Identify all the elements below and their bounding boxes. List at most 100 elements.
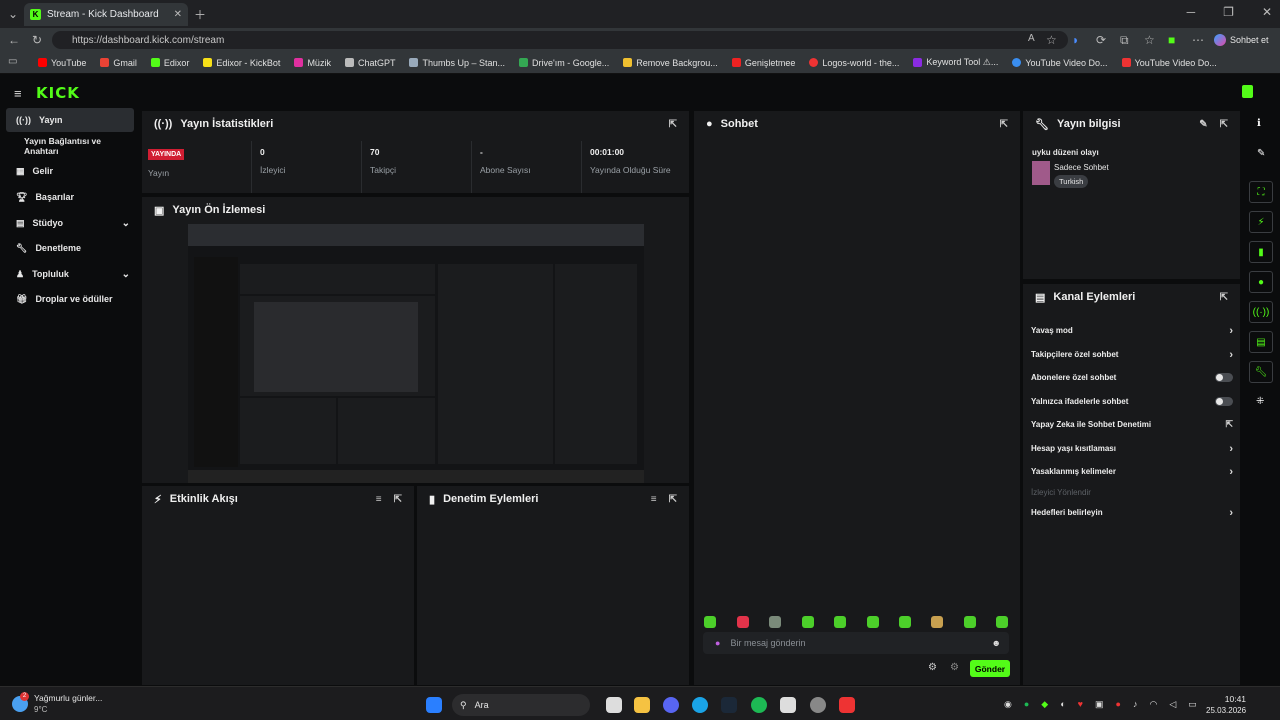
edit-pencil-icon[interactable]: ✎ bbox=[1199, 119, 1207, 130]
rail-button[interactable]: ● bbox=[1249, 271, 1273, 293]
bookmark-item[interactable]: Edixor bbox=[150, 58, 189, 68]
emote-icon[interactable] bbox=[931, 616, 943, 628]
weather-widget[interactable]: 2 Yağmurlu günler... 9°C bbox=[12, 692, 102, 715]
rail-button[interactable]: ⚡︎ bbox=[1249, 211, 1273, 233]
action-slow-mode[interactable]: Yavaş mod › bbox=[1023, 319, 1241, 342]
action-subscribers-only[interactable]: Abonelere özel sohbet bbox=[1023, 366, 1241, 389]
sidebar-item-yayin[interactable]: ((·)) Yayın bbox=[6, 108, 134, 132]
sidebar-item-droplar[interactable]: 🎁︎ Droplar ve ödüller bbox=[6, 287, 134, 311]
microphone-icon[interactable]: ● bbox=[715, 638, 720, 648]
popout-icon[interactable]: ⇱ bbox=[1000, 119, 1008, 130]
back-icon[interactable]: ← bbox=[8, 33, 20, 47]
more-menu-icon[interactable]: ⋯ bbox=[1192, 33, 1204, 47]
settings-gear-icon[interactable]: ⚙ bbox=[928, 662, 937, 673]
emote-icon[interactable] bbox=[769, 616, 781, 628]
kick-logo[interactable]: KICK bbox=[36, 84, 80, 102]
action-account-age[interactable]: Hesap yaşı kısıtlaması › bbox=[1023, 437, 1241, 460]
menu-icon[interactable]: ≡ bbox=[14, 86, 22, 101]
bookmark-item[interactable]: ChatGPT bbox=[344, 58, 395, 68]
emote-icon[interactable] bbox=[737, 616, 749, 628]
file-explorer-icon[interactable] bbox=[634, 697, 650, 713]
info-icon[interactable]: ℹ bbox=[1257, 118, 1261, 129]
clock[interactable]: 10:41 25.03.2026 bbox=[1206, 694, 1246, 716]
emote-icon[interactable] bbox=[899, 616, 911, 628]
app-icon[interactable] bbox=[780, 697, 796, 713]
steam-icon[interactable] bbox=[721, 697, 737, 713]
sidebar-item-stream-key[interactable]: Yayın Bağlantısı ve Anahtarı bbox=[6, 134, 134, 158]
popout-icon[interactable]: ⇱ bbox=[1220, 119, 1228, 130]
extension-icon[interactable]: ◗ bbox=[1072, 33, 1079, 47]
filter-icon[interactable]: ≡ bbox=[376, 494, 382, 505]
emote-icon[interactable] bbox=[964, 616, 976, 628]
popout-icon[interactable]: ⇱ bbox=[1220, 292, 1228, 303]
rail-button[interactable]: ▤ bbox=[1249, 331, 1273, 353]
stream-preview-video[interactable] bbox=[188, 224, 644, 483]
copilot-button[interactable]: Sohbet et bbox=[1214, 31, 1276, 49]
profile-icon[interactable] bbox=[1242, 85, 1253, 98]
emote-icon[interactable] bbox=[704, 616, 716, 628]
system-tray[interactable]: ◉ ● ◆ ◐ ♥ ▣ ● ♪ ◠ ◁ ▭ bbox=[1004, 699, 1197, 710]
bookmark-item[interactable]: YouTube Video Do... bbox=[1121, 58, 1217, 68]
sidebar-item-denetleme[interactable]: 🔧︎ Denetleme bbox=[6, 236, 134, 260]
rail-button[interactable]: ▮ bbox=[1249, 241, 1273, 263]
popout-icon[interactable]: ⇱ bbox=[669, 494, 677, 505]
spotify-icon[interactable] bbox=[751, 697, 767, 713]
favorite-star-icon[interactable]: ☆ bbox=[1046, 33, 1057, 47]
tab-list-icon[interactable]: ⌄ bbox=[8, 7, 18, 21]
kick-extension-icon[interactable]: ■ bbox=[1168, 33, 1175, 47]
minimize-icon[interactable]: ─ bbox=[1187, 5, 1196, 19]
new-tab-icon[interactable]: ＋ bbox=[194, 6, 206, 23]
action-banned-words[interactable]: Yasaklanmış kelimeler › bbox=[1023, 460, 1241, 483]
category-name[interactable]: Sadece Sohbet bbox=[1054, 163, 1109, 172]
action-followers-only[interactable]: Takipçilere özel sohbet › bbox=[1023, 343, 1241, 366]
toggle-switch[interactable] bbox=[1215, 397, 1233, 406]
bookmark-item[interactable]: Logos-world - the... bbox=[809, 58, 899, 68]
favorites-icon[interactable]: ☆ bbox=[1144, 33, 1155, 47]
action-set-goals[interactable]: Hedefleri belirleyin › bbox=[1023, 501, 1241, 524]
bookmark-item[interactable]: Keyword Tool ⚠... bbox=[913, 57, 998, 68]
rail-button[interactable]: ⛶ bbox=[1249, 181, 1273, 203]
action-emote-only[interactable]: Yalnızca ifadelerle sohbet bbox=[1023, 390, 1241, 413]
popout-icon[interactable]: ⇱ bbox=[394, 494, 402, 505]
bookmark-item[interactable]: Drive'ım - Google... bbox=[519, 58, 609, 68]
close-tab-icon[interactable]: ✕ bbox=[174, 9, 182, 20]
bookmark-item[interactable]: Müzik bbox=[294, 58, 331, 68]
discord-icon[interactable] bbox=[663, 697, 679, 713]
edit-icon[interactable]: ✎ bbox=[1257, 148, 1265, 159]
edge-icon[interactable] bbox=[692, 697, 708, 713]
bookmark-item[interactable]: Genişletmee bbox=[731, 58, 795, 68]
sidebar-item-topluluk[interactable]: ♟ Topluluk ⌄ bbox=[6, 262, 134, 286]
filter-icon[interactable]: ≡ bbox=[651, 494, 657, 505]
bookmark-item[interactable]: Gmail bbox=[100, 58, 137, 68]
extensions-icon[interactable]: ⧉ bbox=[1120, 33, 1129, 48]
bookmark-item[interactable]: Remove Backgrou... bbox=[623, 58, 718, 68]
emote-icon[interactable] bbox=[996, 616, 1008, 628]
task-view-icon[interactable] bbox=[606, 697, 622, 713]
popout-icon[interactable]: ⇱ bbox=[669, 119, 677, 130]
add-widget-icon[interactable]: ⁜ bbox=[1256, 396, 1264, 407]
refresh-icon[interactable]: ↻ bbox=[32, 33, 42, 47]
sidebar-item-studyo[interactable]: ▤ Stüdyo ⌄ bbox=[6, 211, 134, 235]
chat-settings-icon[interactable]: ⚙ bbox=[950, 662, 959, 673]
start-icon[interactable] bbox=[426, 697, 442, 713]
tab-actions-icon[interactable]: ▭ bbox=[8, 56, 17, 67]
read-aloud-icon[interactable]: A bbox=[1028, 33, 1035, 44]
taskbar-search[interactable]: ⚲ Ara bbox=[452, 694, 590, 716]
rail-button[interactable]: 🔧︎ bbox=[1249, 361, 1273, 383]
bookmark-item[interactable]: YouTube bbox=[38, 58, 86, 68]
rail-button[interactable]: ((·)) bbox=[1249, 301, 1273, 323]
emoji-icon[interactable]: ☻ bbox=[992, 638, 1001, 648]
url-field[interactable]: https://dashboard.kick.com/stream bbox=[52, 31, 1068, 49]
app-red-icon[interactable] bbox=[839, 697, 855, 713]
refresh-ext-icon[interactable]: ⟳ bbox=[1096, 33, 1106, 47]
emote-icon[interactable] bbox=[867, 616, 879, 628]
sidebar-item-gelir[interactable]: ▦ Gelir bbox=[6, 159, 134, 183]
chat-input[interactable]: ● Bir mesaj gönderin ☻ bbox=[703, 632, 1009, 654]
sidebar-item-basarilar[interactable]: 🏆︎ Başarılar bbox=[6, 185, 134, 209]
maximize-icon[interactable]: ❐ bbox=[1223, 5, 1234, 19]
browser-tab[interactable]: K Stream - Kick Dashboard ✕ bbox=[24, 3, 188, 26]
send-button[interactable]: Gönder bbox=[970, 660, 1010, 677]
action-ai-moderation[interactable]: Yapay Zeka ile Sohbet Denetimi ⇱ bbox=[1023, 413, 1241, 436]
bookmark-item[interactable]: YouTube Video Do... bbox=[1012, 58, 1108, 68]
toggle-switch[interactable] bbox=[1215, 373, 1233, 382]
